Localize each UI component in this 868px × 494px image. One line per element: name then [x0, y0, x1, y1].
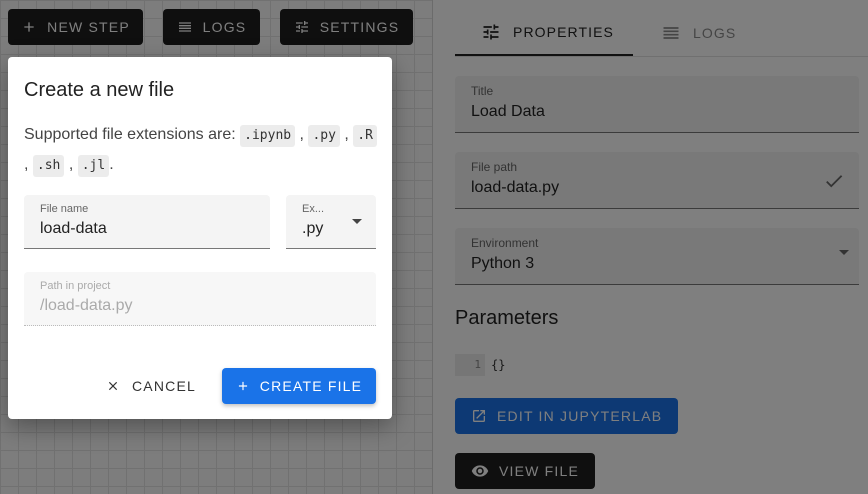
path-value: /load-data.py — [40, 297, 133, 314]
cancel-label: CANCEL — [132, 378, 196, 394]
extension-select[interactable]: Ex... .py — [286, 195, 376, 249]
file-name-value: load-data — [40, 220, 107, 237]
path-label: Path in project — [40, 280, 111, 292]
extension-label: Ex... — [302, 203, 325, 215]
description-text: Supported file extensions are: — [24, 126, 236, 143]
plus-icon — [238, 381, 247, 391]
file-name-input[interactable]: File name load-data — [24, 195, 270, 249]
extension-chip: .R — [353, 125, 377, 147]
extension-value: .py — [302, 220, 324, 237]
cancel-button[interactable]: CANCEL — [100, 368, 202, 404]
extension-chip: .jl — [77, 155, 110, 177]
create-file-button[interactable]: CREATE FILE — [222, 368, 376, 404]
extension-chip: .py — [308, 125, 340, 147]
extension-chip: .ipynb — [240, 125, 296, 147]
close-icon — [108, 381, 118, 391]
create-file-dialog: Create a new file Supported file extensi… — [8, 57, 392, 419]
file-name-label: File name — [40, 203, 89, 215]
dropdown-arrow-icon — [352, 219, 362, 224]
extension-chip: .sh — [32, 155, 65, 177]
path-in-project-field: Path in project /load-data.py — [24, 272, 376, 326]
create-file-label: CREATE FILE — [259, 378, 363, 394]
dialog-title: Create a new file — [24, 79, 175, 101]
dialog-description: Supported file extensions are: .ipynb , … — [24, 120, 380, 180]
